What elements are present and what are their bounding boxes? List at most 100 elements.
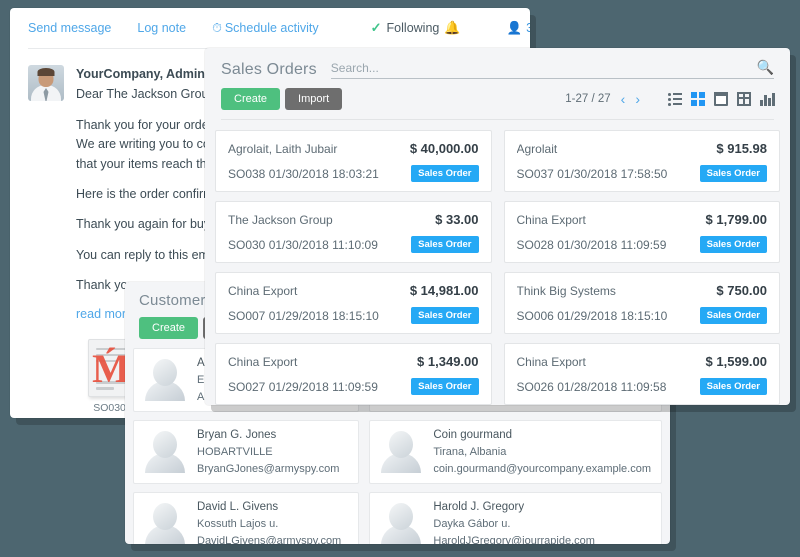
schedule-activity-button[interactable]: ⏱Schedule activity [212, 21, 319, 36]
search-input[interactable] [331, 61, 749, 75]
search-icon[interactable]: 🔍 [757, 59, 774, 76]
customer-info: Harold J. Gregory Dayka Gábor u. HaroldJ… [433, 499, 595, 544]
card-top-row: Agrolait, Laith Jubair $ 40,000.00 [228, 141, 479, 156]
customer-name: Harold J. Gregory [433, 499, 595, 516]
order-partner: Agrolait, Laith Jubair [228, 142, 410, 156]
chevron-left-icon[interactable]: ‹ [621, 91, 626, 107]
customer-email: coin.gourmand@yourcompany.example.com [433, 461, 651, 478]
card-top-row: China Export $ 1,799.00 [517, 212, 768, 227]
chevron-right-icon[interactable]: › [635, 91, 640, 107]
sales-order-card[interactable]: China Export $ 1,799.00 SO028 01/30/2018… [504, 201, 781, 263]
view-switcher [668, 92, 774, 106]
card-top-row: China Export $ 1,599.00 [517, 354, 768, 369]
clock-icon: ⏱ [212, 21, 222, 35]
page-title: Sales Orders [221, 61, 317, 79]
card-bottom-row: SO006 01/29/2018 18:15:10 Sales Order [517, 307, 768, 324]
pager-count: 1-27 / 27 [565, 93, 610, 105]
customer-city: Tirana, Albania [433, 444, 651, 461]
status-badge: Sales Order [411, 236, 478, 253]
view-pivot-icon[interactable] [737, 92, 751, 106]
view-calendar-icon[interactable] [714, 92, 728, 106]
status-badge: Sales Order [700, 236, 767, 253]
order-reference: SO037 01/30/2018 17:58:50 [517, 167, 700, 181]
order-partner: The Jackson Group [228, 213, 435, 227]
sales-order-card[interactable]: China Export $ 1,349.00 SO027 01/29/2018… [215, 343, 492, 405]
sales-order-card[interactable]: Agrolait $ 915.98 SO037 01/30/2018 17:58… [504, 130, 781, 192]
followers-count[interactable]: 👤 3 [507, 21, 530, 36]
sales-orders-import-button[interactable]: Import [285, 88, 342, 110]
customer-email: DavidLGivens@armyspy.com [197, 533, 341, 544]
card-bottom-row: SO037 01/30/2018 17:58:50 Sales Order [517, 165, 768, 182]
customer-card[interactable]: Coin gourmand Tirana, Albania coin.gourm… [369, 420, 662, 484]
customer-name: Bryan G. Jones [197, 427, 339, 444]
following-toggle[interactable]: ✓ Following 🔔 [371, 20, 461, 36]
order-amount: $ 14,981.00 [410, 283, 479, 298]
view-kanban-icon[interactable] [691, 92, 705, 106]
view-graph-icon[interactable] [760, 92, 774, 106]
customer-city: Kossuth Lajos u. [197, 516, 341, 533]
card-bottom-row: SO030 01/30/2018 11:10:09 Sales Order [228, 236, 479, 253]
log-note-button[interactable]: Log note [137, 21, 186, 35]
card-bottom-row: SO038 01/30/2018 18:03:21 Sales Order [228, 165, 479, 182]
view-list-icon[interactable] [668, 92, 682, 106]
customer-avatar-icon [144, 357, 186, 403]
order-reference: SO028 01/30/2018 11:09:59 [517, 238, 700, 252]
order-partner: China Export [228, 355, 417, 369]
order-amount: $ 40,000.00 [410, 141, 479, 156]
avatar-hair [38, 68, 55, 76]
customer-city: HOBARTVILLE [197, 444, 339, 461]
customer-info: Coin gourmand Tirana, Albania coin.gourm… [433, 427, 651, 477]
sales-orders-create-button[interactable]: Create [221, 88, 280, 110]
customer-avatar-icon [380, 429, 422, 475]
order-partner: China Export [517, 213, 706, 227]
order-partner: Agrolait [517, 142, 717, 156]
customer-card[interactable]: Bryan G. Jones HOBARTVILLE BryanGJones@a… [133, 420, 359, 484]
status-badge: Sales Order [411, 307, 478, 324]
customers-create-button[interactable]: Create [139, 317, 198, 339]
avatar [28, 65, 64, 101]
status-badge: Sales Order [700, 378, 767, 395]
customer-city: Dayka Gábor u. [433, 516, 595, 533]
customer-card[interactable]: David L. Givens Kossuth Lajos u. DavidLG… [133, 492, 359, 544]
send-message-button[interactable]: Send message [28, 21, 111, 35]
card-bottom-row: SO026 01/28/2018 11:09:58 Sales Order [517, 378, 768, 395]
sales-order-card[interactable]: Agrolait, Laith Jubair $ 40,000.00 SO038… [215, 130, 492, 192]
order-amount: $ 750.00 [716, 283, 767, 298]
customer-avatar-icon [144, 429, 186, 475]
sales-orders-action-row: Create Import 1-27 / 27 ‹ › [221, 88, 774, 110]
user-icon: 👤 [507, 21, 523, 36]
sales-order-card[interactable]: China Export $ 14,981.00 SO007 01/29/201… [215, 272, 492, 334]
order-reference: SO026 01/28/2018 11:09:58 [517, 380, 700, 394]
followers-count-value: 3 [526, 21, 530, 35]
order-reference: SO038 01/30/2018 18:03:21 [228, 167, 411, 181]
sales-orders-window: Sales Orders 🔍 Create Import 1-27 / 27 ‹… [205, 48, 790, 405]
card-top-row: The Jackson Group $ 33.00 [228, 212, 479, 227]
customer-name: David L. Givens [197, 499, 341, 516]
search-bar[interactable]: 🔍 [331, 59, 774, 79]
pager: 1-27 / 27 ‹ › [565, 91, 774, 107]
customer-card[interactable]: Harold J. Gregory Dayka Gábor u. HaroldJ… [369, 492, 662, 544]
customer-email: BryanGJones@armyspy.com [197, 461, 339, 478]
customer-avatar-icon [380, 501, 422, 544]
sales-order-card[interactable]: The Jackson Group $ 33.00 SO030 01/30/20… [215, 201, 492, 263]
following-label: Following [387, 21, 440, 35]
check-icon: ✓ [371, 20, 382, 36]
customer-name: Coin gourmand [433, 427, 651, 444]
sales-orders-header: Sales Orders 🔍 Create Import 1-27 / 27 ‹… [205, 48, 790, 120]
sales-orders-kanban-grid: Agrolait, Laith Jubair $ 40,000.00 SO038… [215, 130, 780, 405]
sales-order-card[interactable]: Think Big Systems $ 750.00 SO006 01/29/2… [504, 272, 781, 334]
order-amount: $ 1,799.00 [706, 212, 767, 227]
customer-email: HaroldJGregory@jourrapide.com [433, 533, 595, 544]
customer-avatar-icon [144, 501, 186, 544]
sales-order-card[interactable]: China Export $ 1,599.00 SO026 01/28/2018… [504, 343, 781, 405]
bell-icon[interactable]: 🔔 [444, 20, 460, 36]
order-partner: Think Big Systems [517, 284, 717, 298]
chatter-toolbar: Send message Log note ⏱Schedule activity… [10, 8, 530, 48]
card-bottom-row: SO028 01/30/2018 11:09:59 Sales Order [517, 236, 768, 253]
customer-info: Bryan G. Jones HOBARTVILLE BryanGJones@a… [197, 427, 339, 477]
status-badge: Sales Order [411, 378, 478, 395]
order-reference: SO030 01/30/2018 11:10:09 [228, 238, 411, 252]
card-bottom-row: SO027 01/29/2018 11:09:59 Sales Order [228, 378, 479, 395]
schedule-activity-label: Schedule activity [225, 21, 319, 35]
order-reference: SO027 01/29/2018 11:09:59 [228, 380, 411, 394]
